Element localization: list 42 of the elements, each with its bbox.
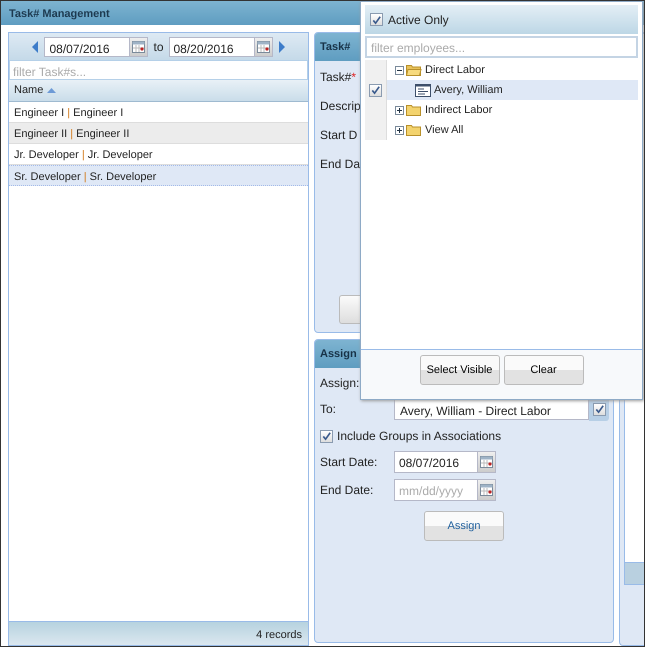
employee-checkbox[interactable] xyxy=(369,84,382,96)
tree-row[interactable]: Avery, William xyxy=(365,80,638,100)
employee-card-icon xyxy=(415,84,431,96)
record-count: 4 records xyxy=(9,621,308,645)
to-label: to xyxy=(153,38,164,56)
tree-item-label: View All xyxy=(424,122,464,138)
check-icon xyxy=(594,403,604,415)
table-row[interactable]: Engineer II | Engineer II xyxy=(9,123,308,144)
collapse-icon[interactable] xyxy=(395,66,404,74)
field-label: End Date: xyxy=(320,482,374,499)
tree-row[interactable]: Direct Labor xyxy=(365,60,638,80)
tree-row[interactable]: View All xyxy=(365,120,638,140)
include-groups-checkbox[interactable] xyxy=(320,430,333,442)
clear-button[interactable]: Clear xyxy=(504,355,584,385)
assign-button[interactable]: Assign xyxy=(424,511,504,541)
check-icon xyxy=(321,430,332,442)
table-row[interactable]: Sr. Developer | Sr. Developer xyxy=(9,165,308,186)
previous-arrow-icon[interactable] xyxy=(31,40,40,52)
check-icon xyxy=(370,84,381,96)
field-label: Start D xyxy=(320,127,358,143)
tree-item-label: Direct Labor xyxy=(424,62,485,78)
folder-icon xyxy=(406,123,422,137)
field-label: Task#* xyxy=(320,69,356,85)
select-visible-button[interactable]: Select Visible xyxy=(420,355,500,385)
field-label: Descrip xyxy=(320,98,361,114)
field-label: Start Date: xyxy=(320,454,378,471)
folder-icon xyxy=(406,103,422,117)
tree-row[interactable]: Indirect Labor xyxy=(365,100,638,120)
check-icon xyxy=(371,14,382,26)
field-label: To: xyxy=(320,401,338,418)
expand-icon[interactable] xyxy=(395,126,404,134)
next-arrow-icon[interactable] xyxy=(278,40,286,52)
active-only-checkbox[interactable] xyxy=(370,13,383,26)
folder-icon xyxy=(406,63,422,77)
to-field[interactable]: Avery, William - Direct Labor xyxy=(394,398,589,420)
field-label: End Da xyxy=(320,156,360,172)
field-label: Assign: xyxy=(320,375,360,392)
expand-icon[interactable] xyxy=(395,106,404,114)
tree-item-label: Indirect Labor xyxy=(424,102,492,118)
checkbox-label: Include Groups in Associations xyxy=(337,428,502,445)
column-header[interactable]: Name xyxy=(14,82,44,99)
tree-item-label: Avery, William xyxy=(433,82,503,98)
